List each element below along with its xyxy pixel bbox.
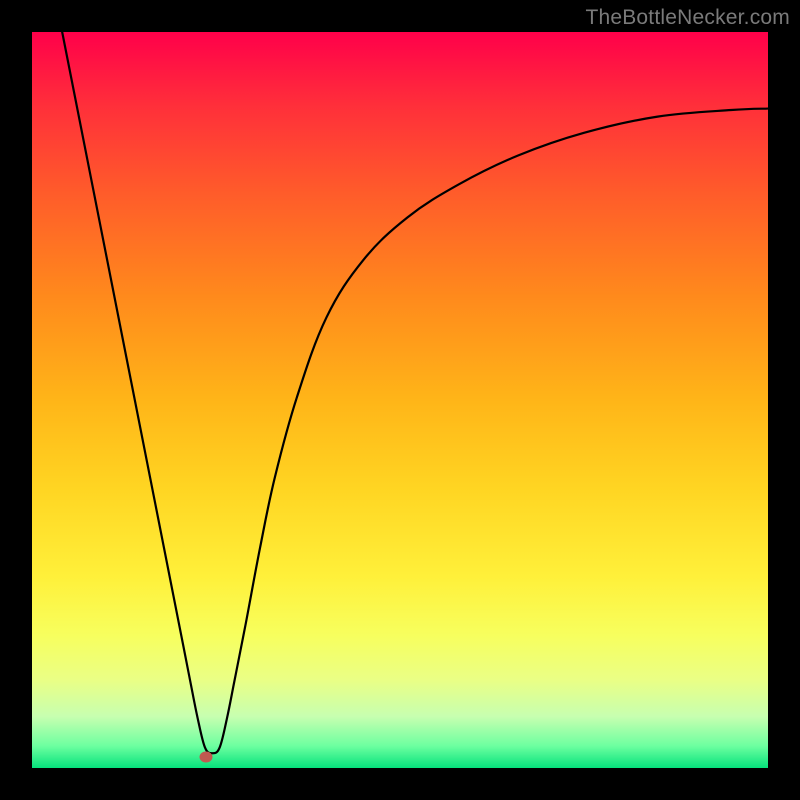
optimum-marker [199, 751, 212, 762]
curve-svg [32, 32, 768, 768]
plot-area [32, 32, 768, 768]
curve-path [62, 32, 768, 753]
chart-frame: TheBottleNecker.com [0, 0, 800, 800]
watermark-text: TheBottleNecker.com [585, 6, 790, 30]
